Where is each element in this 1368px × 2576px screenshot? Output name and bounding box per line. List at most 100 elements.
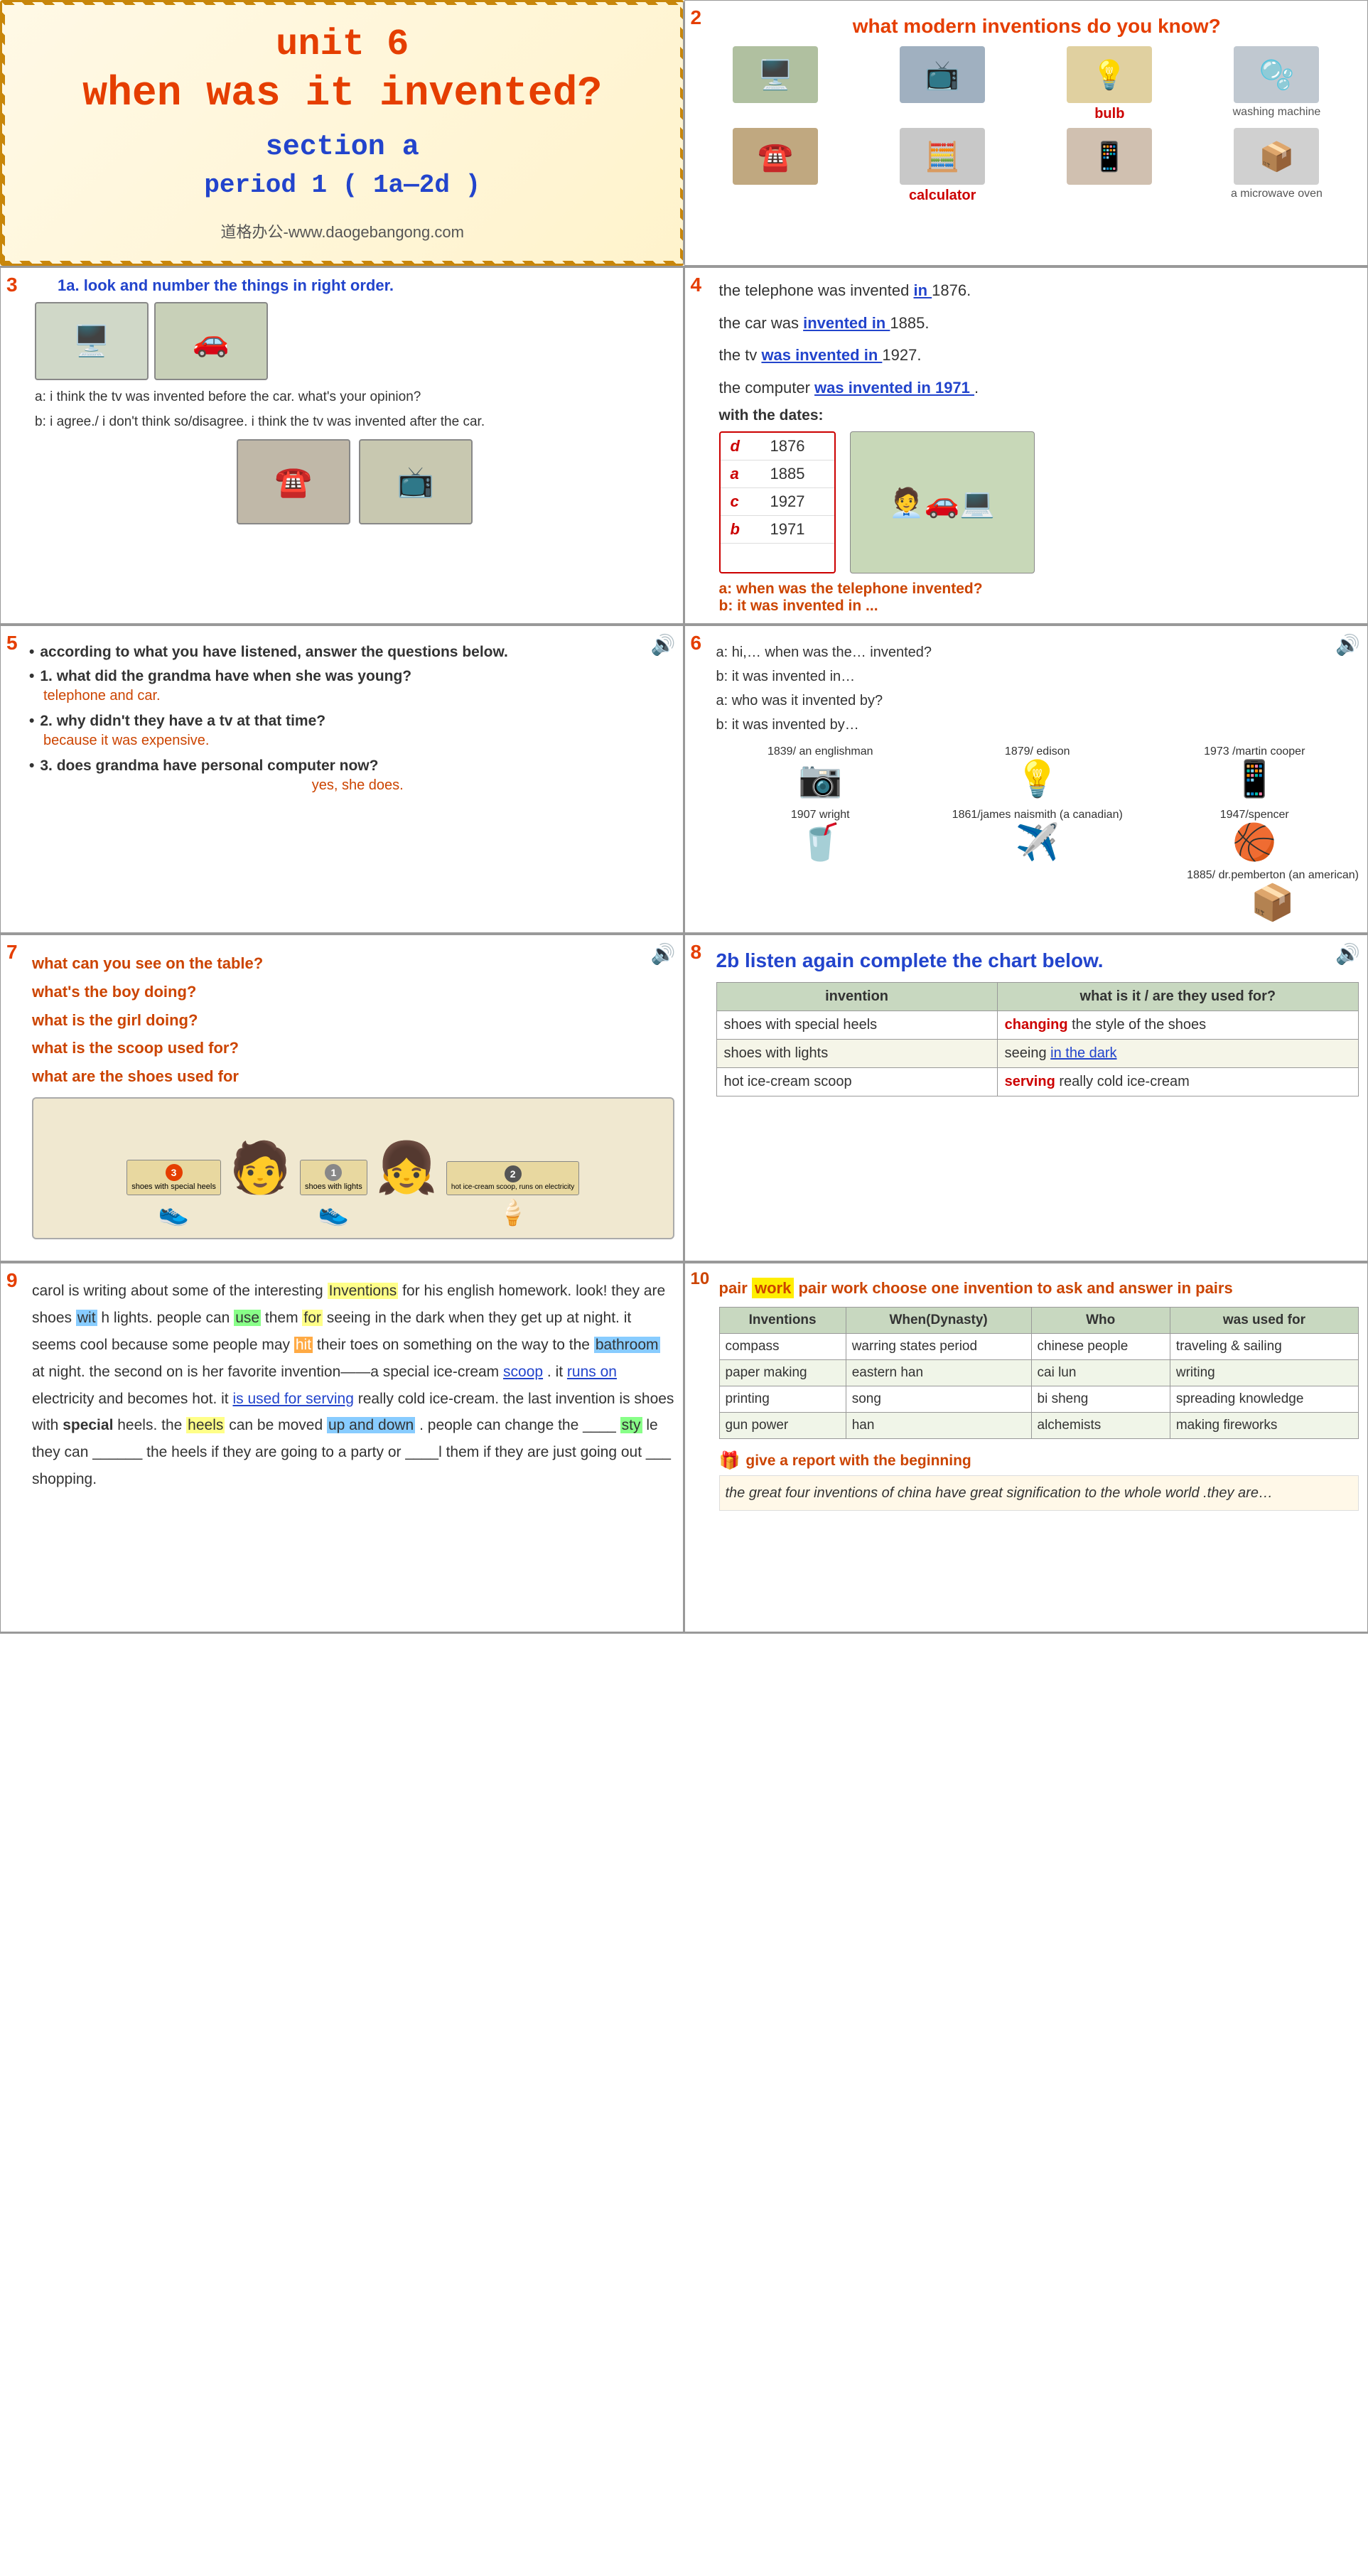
inv-shoes-special: shoes with special heels bbox=[716, 1011, 997, 1040]
c9-scoop: scoop bbox=[503, 1364, 543, 1380]
inventor-2: 1879/ edison 💡 bbox=[933, 745, 1142, 800]
page: unit 6 when was it invented? section a p… bbox=[0, 0, 1368, 1634]
printing-who: bi sheng bbox=[1031, 1386, 1170, 1413]
speaker-icon-8: 🔊 bbox=[1335, 942, 1360, 966]
cell7-q3: what is the girl doing? bbox=[32, 1006, 674, 1035]
chart-row-3: hot ice-cream scoop serving really cold … bbox=[716, 1068, 1359, 1096]
inv-calculator-img: 🧮 calculator bbox=[863, 128, 1023, 204]
inv-bulb: 💡 bulb bbox=[1030, 46, 1190, 122]
speaker-icon-6: 🔊 bbox=[1335, 633, 1360, 657]
date-row-1: d 1876 bbox=[721, 433, 834, 460]
cell-5: 5 🔊 •according to what you have listened… bbox=[0, 625, 684, 933]
c9-t11: heels. the bbox=[117, 1417, 186, 1433]
inventor-5-icon: ✈️ bbox=[1016, 821, 1060, 863]
scene-item-3: hot ice-cream scoop, runs on electricity bbox=[451, 1183, 574, 1191]
col-when: When(Dynasty) bbox=[846, 1308, 1031, 1334]
cell-4: 4 the telephone was invented in 1876. th… bbox=[684, 267, 1368, 624]
cell7-q5: what are the shoes used for bbox=[32, 1062, 674, 1091]
inventor-6-year: 1947/spencer bbox=[1220, 809, 1289, 821]
inventor-3: 1973 /martin cooper 📱 bbox=[1151, 745, 1359, 800]
inventor-7-year: 1885/ dr.pemberton (an american) bbox=[1187, 869, 1359, 882]
inv-row-compass: compass warring states period chinese pe… bbox=[719, 1334, 1359, 1360]
girl-figure: 👧 bbox=[376, 1139, 438, 1197]
cell7-q4: what is the scoop used for? bbox=[32, 1034, 674, 1062]
gunpower-when: han bbox=[846, 1413, 1031, 1439]
cell-8-num: 8 bbox=[691, 941, 702, 964]
inv-washingmachine: 🫧 washing machine bbox=[1197, 46, 1357, 122]
scene-item-2: shoes with lights bbox=[305, 1182, 362, 1191]
cell6-dia-1: a: hi,… when was the… invented? bbox=[716, 640, 1359, 664]
boy-figure: 🧑 bbox=[230, 1139, 291, 1197]
inv-phone: ☎️ bbox=[696, 128, 856, 204]
period-label: period 1 ( 1a—2d ) bbox=[204, 171, 480, 200]
date-row-2: a 1885 bbox=[721, 460, 834, 488]
cell-1-title: unit 6 when was it invented? section a p… bbox=[0, 0, 684, 266]
inventor-4-year: 1907 wright bbox=[791, 809, 850, 821]
cell-3: 3 1a. look and number the things in righ… bbox=[0, 267, 684, 624]
cell8-title: 2b listen again complete the chart below… bbox=[716, 949, 1359, 972]
compass-use: traveling & sailing bbox=[1170, 1334, 1358, 1360]
cell-6-content: a: hi,… when was the… invented? b: it wa… bbox=[694, 640, 1359, 924]
inv-row-paper: paper making eastern han cai lun writing bbox=[719, 1360, 1359, 1386]
inventor-7: 1885/ dr.pemberton (an american) 📦 bbox=[716, 869, 1359, 924]
letter-b: b bbox=[721, 516, 760, 544]
report-section: 🎁 give a report with the beginning the g… bbox=[719, 1450, 1359, 1511]
chart-row-2: shoes with lights seeing in the dark bbox=[716, 1040, 1359, 1068]
compass-who: chinese people bbox=[1031, 1334, 1170, 1360]
inv-scoop: hot ice-cream scoop bbox=[716, 1068, 997, 1096]
choose-label: pair work choose one invention to ask an… bbox=[798, 1279, 1232, 1297]
line3-rest: 1927. bbox=[882, 346, 921, 364]
c9-t9: electricity and becomes hot. it bbox=[32, 1391, 232, 1407]
line2-text: the car was bbox=[719, 314, 799, 332]
line2-blank: invented in bbox=[803, 314, 890, 332]
gunpower-who: alchemists bbox=[1031, 1413, 1170, 1439]
year-1927: 1927 bbox=[760, 488, 834, 516]
scoop-icon: 🍦 bbox=[497, 1198, 529, 1227]
scene-shoes-lights: 1 shoes with lights 👟 bbox=[300, 1160, 367, 1227]
cell-2: 2 what modern inventions do you know? 🖥️… bbox=[684, 0, 1368, 266]
printing-inv: printing bbox=[719, 1386, 846, 1413]
inv-row-printing: printing song bi sheng spreading knowled… bbox=[719, 1386, 1359, 1413]
letter-d: d bbox=[721, 433, 760, 460]
letter-c: c bbox=[721, 488, 760, 516]
c9-t3: h lights. people can bbox=[101, 1310, 234, 1326]
col1-header: invention bbox=[716, 983, 997, 1011]
dates-table: d 1876 a 1885 c 1927 bbox=[719, 431, 836, 573]
report-header: 🎁 give a report with the beginning bbox=[719, 1450, 1359, 1471]
inventor-1-icon: 📷 bbox=[798, 758, 842, 800]
shoes-fill1: changing bbox=[1005, 1017, 1068, 1033]
cell-9-num: 9 bbox=[6, 1269, 18, 1292]
scene-shoes-special: 3 shoes with special heels 👟 bbox=[126, 1160, 221, 1227]
inv-shoes-special-use: changing the style of the shoes bbox=[997, 1011, 1358, 1040]
paper-use: writing bbox=[1170, 1360, 1358, 1386]
q3-text: •3. does grandma have personal computer … bbox=[22, 758, 672, 775]
c9-hit: hit bbox=[294, 1337, 313, 1353]
inventor-5-year: 1861/james naismith (a canadian) bbox=[952, 809, 1123, 821]
c9-special: special bbox=[63, 1417, 113, 1433]
num-2: 2 bbox=[505, 1165, 522, 1182]
cell6-dia-3: a: who was it invented by? bbox=[716, 689, 1359, 713]
line1-text: the telephone was invented bbox=[719, 281, 910, 299]
scene-illustration: 3 shoes with special heels 👟 🧑 1 shoes w… bbox=[32, 1097, 674, 1239]
num-1: 1 bbox=[325, 1164, 342, 1181]
cell-3-images: 🖥️ 🚗 bbox=[35, 302, 674, 380]
cell8-content: 2b listen again complete the chart below… bbox=[694, 949, 1359, 1096]
cell10-title: pair work pair work choose one invention… bbox=[719, 1278, 1359, 1300]
q1-text: •1. what did the grandma have when she w… bbox=[22, 668, 672, 685]
inventor-1: 1839/ an englishman 📷 bbox=[716, 745, 925, 800]
cell6-dia-2: b: it was invented in… bbox=[716, 664, 1359, 689]
cell7-q1: what can you see on the table? bbox=[32, 949, 674, 978]
cell-3-header: 1a. look and number the things in right … bbox=[35, 276, 674, 295]
c9-isusedfor: is used for serving bbox=[232, 1391, 353, 1407]
inv-shoes-lights: shoes with lights bbox=[716, 1040, 997, 1068]
c9-wit: wit bbox=[76, 1310, 97, 1326]
cell-10: 10 pair work pair work choose one invent… bbox=[684, 1263, 1368, 1632]
shoe-icon: 👟 bbox=[158, 1198, 190, 1227]
report-text: the great four inventions of china have … bbox=[719, 1475, 1359, 1511]
inv-microwave: 📦 a microwave oven bbox=[1197, 128, 1357, 204]
a2-text: because it was expensive. bbox=[43, 733, 672, 749]
inventor-4: 1907 wright 🥤 bbox=[716, 809, 925, 863]
cell-2-num: 2 bbox=[691, 6, 702, 29]
inv-tv: 📺 bbox=[863, 46, 1023, 122]
col-inventions: Inventions bbox=[719, 1308, 846, 1334]
